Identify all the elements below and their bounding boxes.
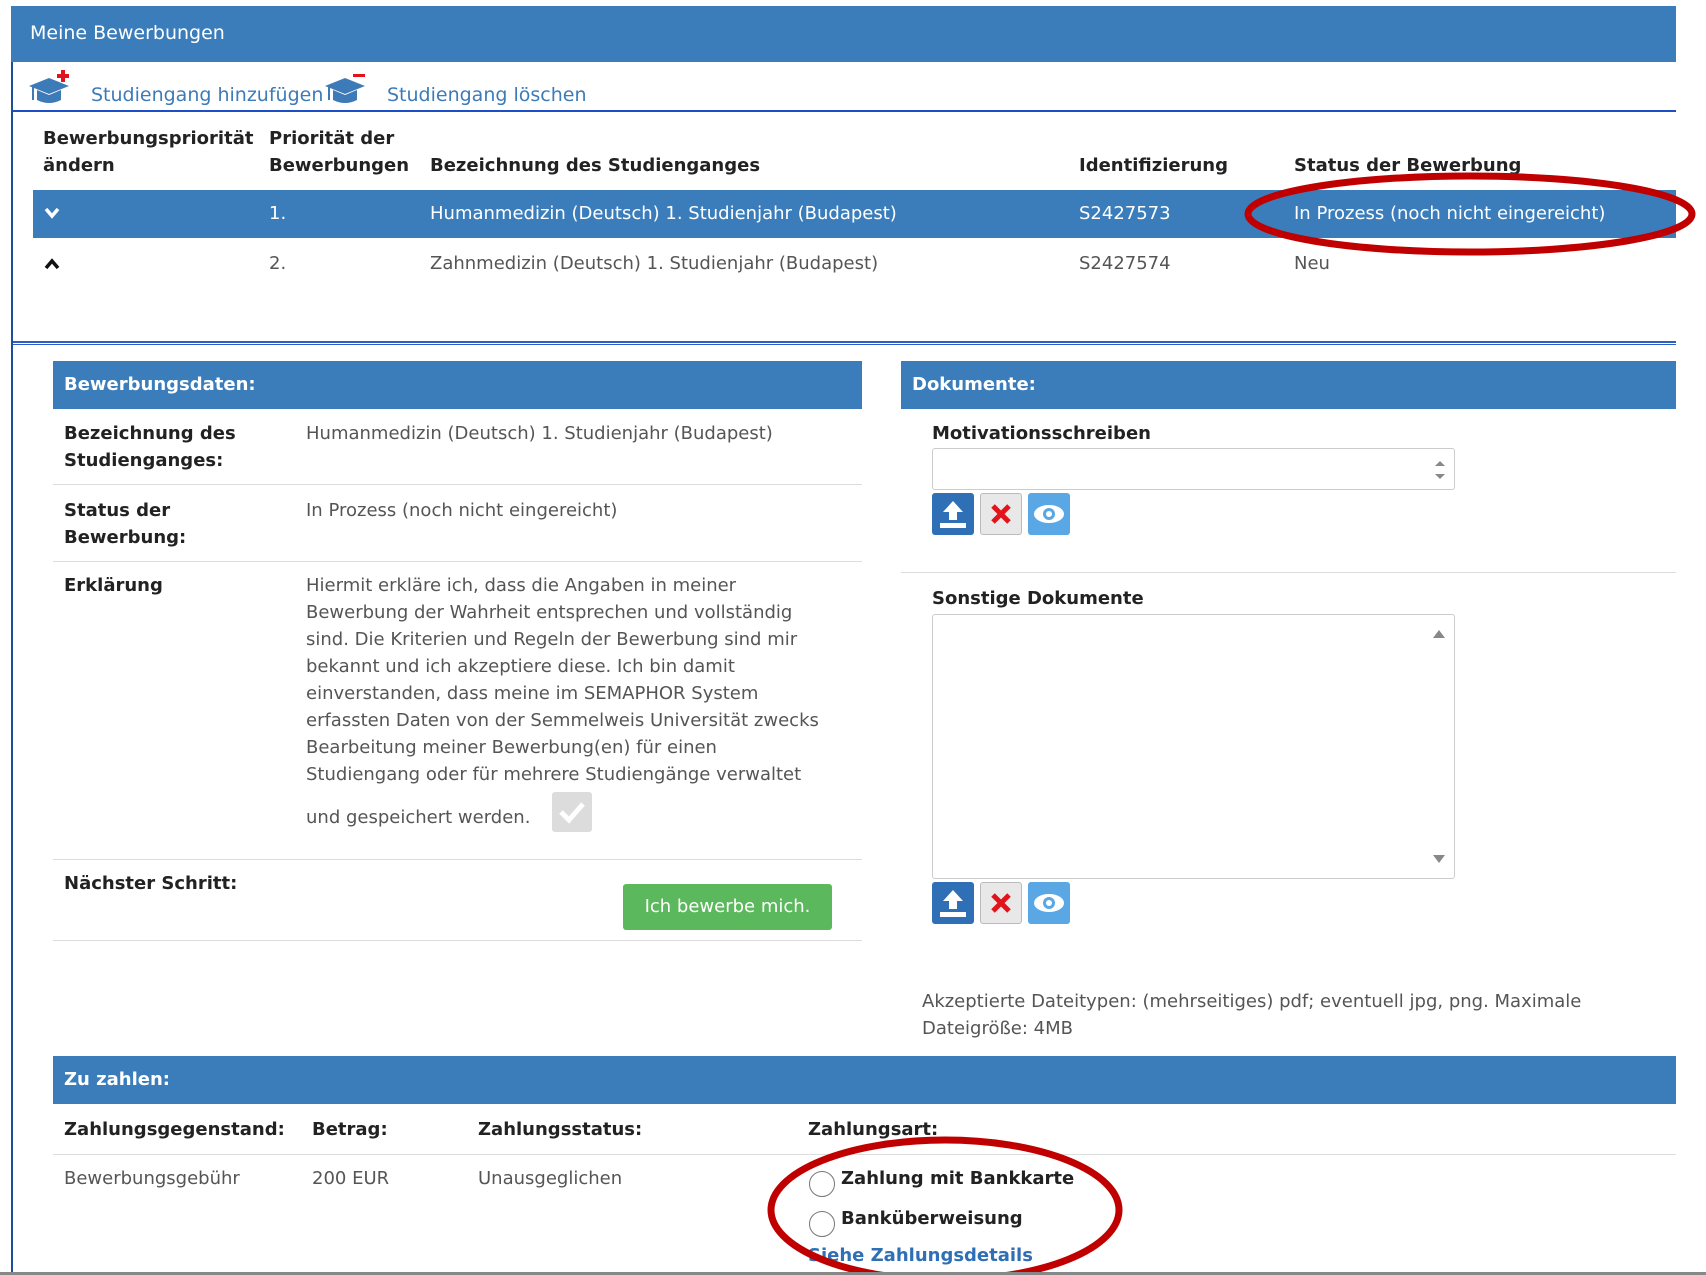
payment-status-value: Unausgeglichen xyxy=(478,1168,623,1189)
upload-motivation-button[interactable] xyxy=(932,493,974,535)
section-divider xyxy=(13,341,1676,345)
row-id: S2427574 xyxy=(1079,253,1171,274)
accepted-filetypes-line: Akzeptierte Dateitypen: (mehrseitiges) p… xyxy=(922,991,1582,1012)
declaration-line: bekannt und ich akzeptiere diese. Ich bi… xyxy=(306,656,735,677)
chevron-down-icon[interactable] xyxy=(44,207,60,219)
scroll-arrows-icon[interactable] xyxy=(1434,459,1446,481)
highlight-ellipse-payment xyxy=(767,1136,1123,1275)
motivation-label: Motivationsschreiben xyxy=(932,423,1151,444)
page-header: Meine Bewerbungen xyxy=(11,6,1676,62)
application-data-heading: Bewerbungsdaten: xyxy=(53,361,862,409)
page-title: Meine Bewerbungen xyxy=(30,22,225,44)
view-other-button[interactable] xyxy=(1028,882,1070,924)
accepted-filetypes-note: Akzeptierte Dateitypen: (mehrseitiges) p… xyxy=(922,988,1622,1042)
documents-heading: Dokumente: xyxy=(901,361,1676,409)
col-header-change-priority: Bewerbungspriorität ändern xyxy=(43,128,254,176)
other-documents-label: Sonstige Dokumente xyxy=(932,588,1144,609)
row-program: Humanmedizin (Deutsch) 1. Studienjahr (B… xyxy=(430,203,897,224)
divider xyxy=(53,940,862,941)
documents-heading-text: Dokumente: xyxy=(912,374,1036,395)
scroll-down-icon[interactable] xyxy=(1432,854,1446,864)
declaration-line: Studiengang oder für mehrere Studiengäng… xyxy=(306,764,802,785)
col-header-id: Identifizierung xyxy=(1079,155,1228,176)
application-data-heading-text: Bewerbungsdaten: xyxy=(64,374,256,395)
chevron-up-icon[interactable] xyxy=(44,258,60,270)
declaration-text: Hiermit erkläre ich, dass die Angaben in… xyxy=(306,572,846,788)
divider xyxy=(53,561,862,562)
program-value: Humanmedizin (Deutsch) 1. Studienjahr (B… xyxy=(306,423,773,444)
payment-heading-text: Zu zahlen: xyxy=(64,1069,170,1090)
delete-motivation-button[interactable] xyxy=(980,493,1022,535)
declaration-line: einverstanden, dass meine im SEMAPHOR Sy… xyxy=(306,683,759,704)
payment-col-item: Zahlungsgegenstand: xyxy=(64,1119,285,1140)
add-program-button[interactable]: Studiengang hinzufügen xyxy=(27,68,323,108)
col-header-priority: Priorität der Bewerbungen xyxy=(269,128,410,176)
graduation-cap-add-icon xyxy=(29,70,69,103)
eye-icon xyxy=(1034,894,1064,912)
motivation-file-list[interactable] xyxy=(932,448,1455,490)
row-id: S2427573 xyxy=(1079,203,1171,224)
declaration-label: Erklärung xyxy=(64,575,163,596)
declaration-last-line: und gespeichert werden. xyxy=(306,807,531,828)
add-program-label: Studiengang hinzufügen xyxy=(91,84,324,106)
scroll-up-icon[interactable] xyxy=(1432,629,1446,639)
declaration-line: Bearbeitung meiner Bewerbung(en) für ein… xyxy=(306,737,717,758)
divider xyxy=(901,572,1676,573)
graduation-cap-remove-icon xyxy=(325,74,365,103)
apply-button[interactable]: Ich bewerbe mich. xyxy=(623,884,832,930)
other-documents-list[interactable] xyxy=(932,614,1455,879)
eye-icon xyxy=(1034,505,1064,523)
row-priority: 1. xyxy=(269,203,287,224)
upload-icon xyxy=(940,501,966,528)
upload-icon xyxy=(940,890,966,917)
declaration-checkbox[interactable] xyxy=(552,792,592,832)
payment-col-amount: Betrag: xyxy=(312,1119,388,1140)
declaration-line: erfassten Daten von der Semmelweis Unive… xyxy=(306,710,819,731)
max-filesize-line: Dateigröße: 4MB xyxy=(922,1018,1073,1039)
program-label: Bezeichnung des Studienganges: xyxy=(64,423,236,471)
toolbar: Studiengang hinzufügen Studiengang lösch… xyxy=(13,62,1676,112)
declaration-line: Hiermit erkläre ich, dass die Angaben in… xyxy=(306,575,737,596)
col-header-program: Bezeichnung des Studienganges xyxy=(430,155,761,176)
next-step-label: Nächster Schritt: xyxy=(64,873,238,894)
divider xyxy=(53,484,862,485)
close-icon xyxy=(991,504,1011,524)
row-program: Zahnmedizin (Deutsch) 1. Studienjahr (Bu… xyxy=(430,253,879,274)
view-motivation-button[interactable] xyxy=(1028,493,1070,535)
delete-other-button[interactable] xyxy=(980,882,1022,924)
payment-col-status: Zahlungsstatus: xyxy=(478,1119,643,1140)
payment-heading: Zu zahlen: xyxy=(53,1056,1676,1104)
highlight-ellipse-status xyxy=(1244,172,1696,256)
divider xyxy=(53,859,862,860)
checkmark-icon xyxy=(559,802,585,824)
payment-item-value: Bewerbungsgebühr xyxy=(64,1168,240,1189)
declaration-line: Bewerbung der Wahrheit entsprechen und v… xyxy=(306,602,793,623)
row-priority: 2. xyxy=(269,253,287,274)
declaration-line: sind. Die Kriterien und Regeln der Bewer… xyxy=(306,629,798,650)
status-value: In Prozess (noch nicht eingereicht) xyxy=(306,500,618,521)
close-icon xyxy=(991,893,1011,913)
payment-amount-value: 200 EUR xyxy=(312,1168,390,1189)
status-label: Status der Bewerbung: xyxy=(64,500,187,548)
delete-program-label: Studiengang löschen xyxy=(387,84,587,106)
upload-other-button[interactable] xyxy=(932,882,974,924)
delete-program-button[interactable]: Studiengang löschen xyxy=(323,68,587,108)
